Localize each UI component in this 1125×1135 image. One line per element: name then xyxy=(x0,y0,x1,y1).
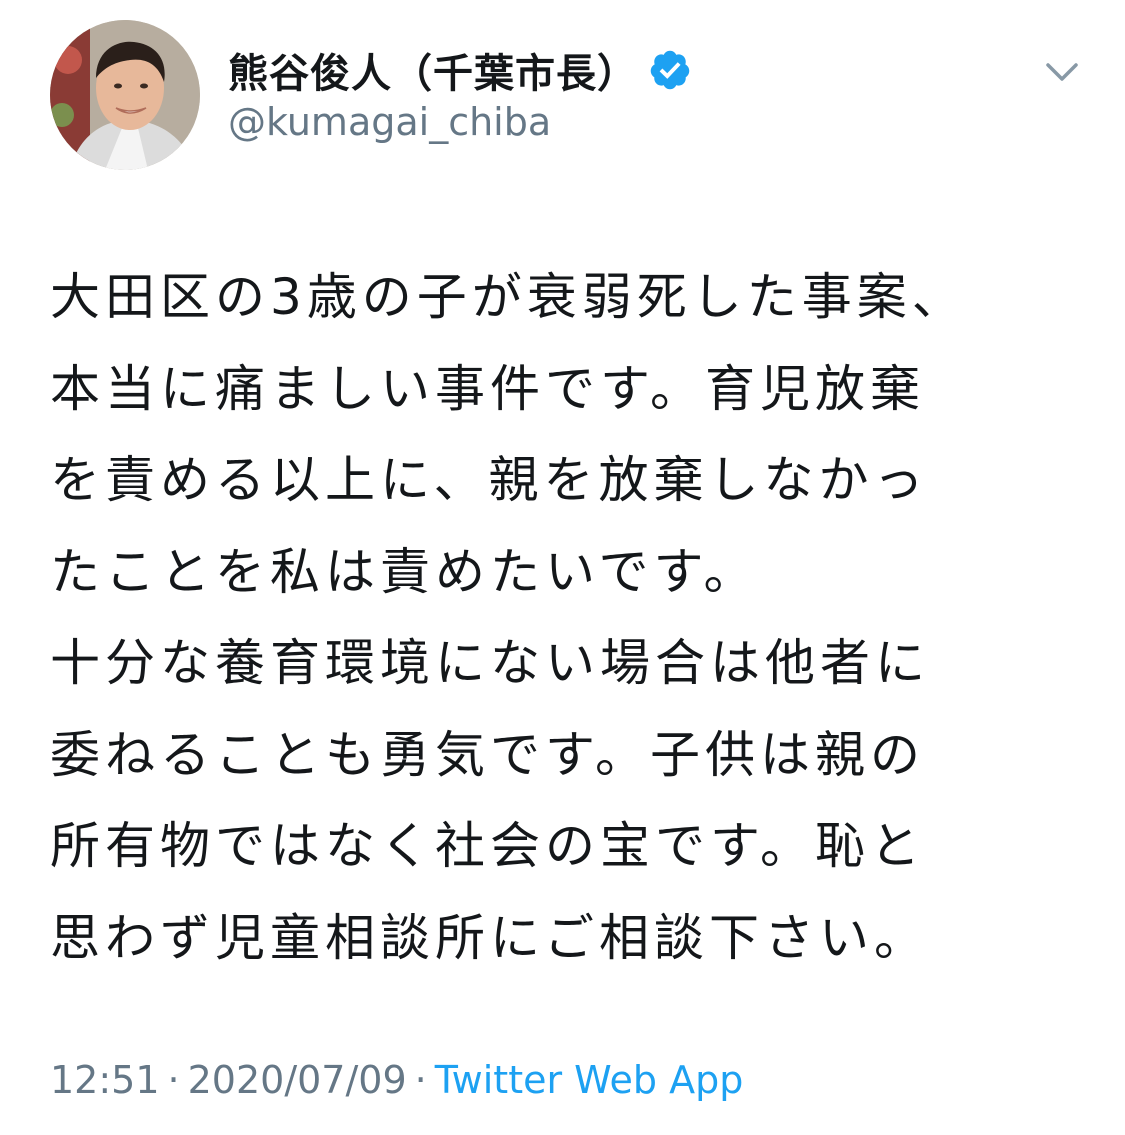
verified-badge-icon xyxy=(650,50,690,90)
meta-separator: · xyxy=(414,1058,427,1102)
tweet-date[interactable]: 2020/07/09 xyxy=(188,1058,407,1102)
tweet-text-line: 委ねることも勇気です。子供は親の xyxy=(50,725,925,784)
tweet-source-link[interactable]: Twitter Web App xyxy=(435,1058,744,1102)
avatar[interactable] xyxy=(50,20,200,170)
meta-separator: · xyxy=(167,1058,180,1102)
author-name-row: 熊谷俊人（千葉市長） xyxy=(228,40,692,100)
tweet-metadata: 12:51 · 2020/07/09 · Twitter Web App xyxy=(50,1058,743,1102)
tweet-text-line: たことを私は責めたいです。 xyxy=(50,542,759,601)
author-handle[interactable]: @kumagai_chiba xyxy=(228,100,551,144)
chevron-down-icon[interactable] xyxy=(1040,50,1084,94)
tweet-header: 熊谷俊人（千葉市長） @kumagai_chiba xyxy=(0,0,1125,190)
author-display-name[interactable]: 熊谷俊人（千葉市長） xyxy=(228,41,638,99)
tweet-text-line: を責める以上に、親を放棄しなかっ xyxy=(50,451,929,509)
tweet-text-line: 所有物ではなく社会の宝です。恥と xyxy=(50,817,925,875)
tweet-time[interactable]: 12:51 xyxy=(50,1058,160,1102)
tweet-text: 大田区の3歳の子が衰弱死した事案、 本当に痛ましい事件です。育児放棄 を責める以… xyxy=(50,252,1060,984)
tweet-text-line: 本当に痛ましい事件です。育児放棄 xyxy=(50,359,925,418)
profile-photo-icon xyxy=(50,20,200,170)
tweet-text-line: 大田区の3歳の子が衰弱死した事案、 xyxy=(50,268,967,326)
tweet-text-line: 十分な養育環境にない場合は他者に xyxy=(50,634,930,692)
tweet-text-line: 思わず児童相談所にご相談下さい。 xyxy=(50,908,929,967)
